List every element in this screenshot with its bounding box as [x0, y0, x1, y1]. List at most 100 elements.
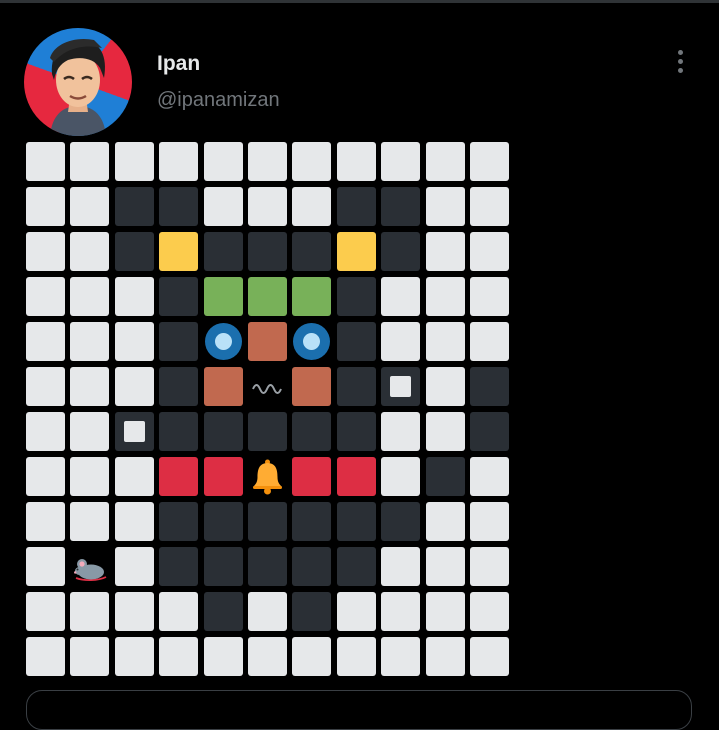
black-square-emoji — [292, 232, 332, 271]
white-square-emoji — [381, 142, 421, 181]
mouse-emoji — [70, 547, 110, 586]
black-square-emoji — [292, 547, 332, 586]
more-options-icon — [677, 49, 683, 55]
white-square-emoji — [292, 187, 332, 226]
white-square-emoji — [70, 502, 110, 541]
white-square-emoji — [425, 187, 465, 226]
display-name[interactable]: Ipan — [157, 52, 200, 76]
white-square-emoji — [114, 277, 154, 316]
black-square-emoji — [336, 502, 376, 541]
red-square-emoji — [159, 457, 199, 496]
white-square-emoji — [381, 637, 421, 676]
white-square-emoji — [26, 277, 65, 316]
white-square-emoji — [292, 637, 332, 676]
black-square-emoji — [114, 232, 154, 271]
white-square-emoji — [381, 277, 421, 316]
black-square-emoji — [381, 232, 421, 271]
white-square-emoji — [469, 187, 509, 226]
black-square-emoji — [203, 592, 243, 631]
black-square-emoji — [247, 232, 287, 271]
eye-circle-icon — [293, 323, 331, 360]
white-square-emoji — [26, 502, 65, 541]
user-handle[interactable]: @ipanamizan — [157, 89, 280, 112]
black-square-emoji — [159, 277, 199, 316]
white-square-emoji — [203, 142, 243, 181]
avatar[interactable] — [24, 28, 132, 136]
white-square-emoji — [70, 277, 110, 316]
white-small-square-icon — [123, 421, 145, 442]
white-square-emoji — [114, 322, 154, 361]
black-square-emoji — [203, 412, 243, 451]
white-square-emoji — [469, 277, 509, 316]
emoji-art-grid — [26, 142, 509, 676]
white-square-emoji — [70, 322, 110, 361]
black-square-emoji — [336, 187, 376, 226]
white-square-emoji — [425, 232, 465, 271]
white-square-emoji — [26, 637, 65, 676]
black-square-emoji — [114, 187, 154, 226]
brown-square-emoji — [203, 367, 243, 406]
wavy-mouth-emoji — [247, 367, 287, 406]
white-square-emoji — [114, 367, 154, 406]
white-square-emoji — [26, 322, 65, 361]
white-square-emoji — [26, 232, 65, 271]
avatar-portrait-icon — [50, 38, 106, 136]
eye-circle-icon — [204, 323, 242, 360]
white-square-emoji — [247, 142, 287, 181]
white-square-emoji — [159, 637, 199, 676]
white-square-emoji — [26, 592, 65, 631]
pupil — [303, 333, 321, 350]
white-square-emoji — [425, 637, 465, 676]
white-square-emoji — [292, 142, 332, 181]
white-square-emoji — [469, 322, 509, 361]
white-square-emoji — [114, 502, 154, 541]
white-square-emoji — [469, 232, 509, 271]
white-small-square-on-black-emoji — [381, 367, 421, 406]
white-square-emoji — [70, 412, 110, 451]
top-divider — [0, 0, 719, 3]
red-square-emoji — [336, 457, 376, 496]
white-square-emoji — [114, 457, 154, 496]
white-square-emoji — [381, 322, 421, 361]
blue-eye-circle-emoji — [292, 322, 332, 361]
white-small-square-on-black-emoji — [114, 412, 154, 451]
bell-icon — [252, 459, 282, 495]
black-square-emoji — [381, 502, 421, 541]
white-square-emoji — [336, 637, 376, 676]
white-square-emoji — [469, 637, 509, 676]
red-square-emoji — [203, 457, 243, 496]
black-square-emoji — [336, 277, 376, 316]
white-square-emoji — [425, 142, 465, 181]
white-square-emoji — [381, 457, 421, 496]
black-square-emoji — [469, 367, 509, 406]
green-square-emoji — [292, 277, 332, 316]
black-square-emoji — [336, 322, 376, 361]
white-square-emoji — [425, 592, 465, 631]
black-square-emoji — [336, 547, 376, 586]
white-square-emoji — [247, 592, 287, 631]
yellow-square-emoji — [336, 232, 376, 271]
white-square-emoji — [114, 142, 154, 181]
white-square-emoji — [469, 142, 509, 181]
green-square-emoji — [247, 277, 287, 316]
black-square-emoji — [159, 322, 199, 361]
white-square-emoji — [70, 187, 110, 226]
white-square-emoji — [159, 592, 199, 631]
more-options-button[interactable] — [666, 44, 694, 78]
white-square-emoji — [425, 547, 465, 586]
white-square-emoji — [70, 637, 110, 676]
white-square-emoji — [70, 367, 110, 406]
black-square-emoji — [292, 502, 332, 541]
pupil — [214, 333, 232, 350]
red-square-emoji — [292, 457, 332, 496]
black-square-emoji — [159, 187, 199, 226]
bottom-card-edge[interactable] — [26, 690, 692, 730]
white-square-emoji — [159, 142, 199, 181]
yellow-square-emoji — [159, 232, 199, 271]
black-square-emoji — [247, 502, 287, 541]
white-square-emoji — [425, 322, 465, 361]
white-square-emoji — [425, 367, 465, 406]
black-square-emoji — [336, 367, 376, 406]
black-square-emoji — [159, 502, 199, 541]
mouse-icon — [74, 559, 107, 582]
